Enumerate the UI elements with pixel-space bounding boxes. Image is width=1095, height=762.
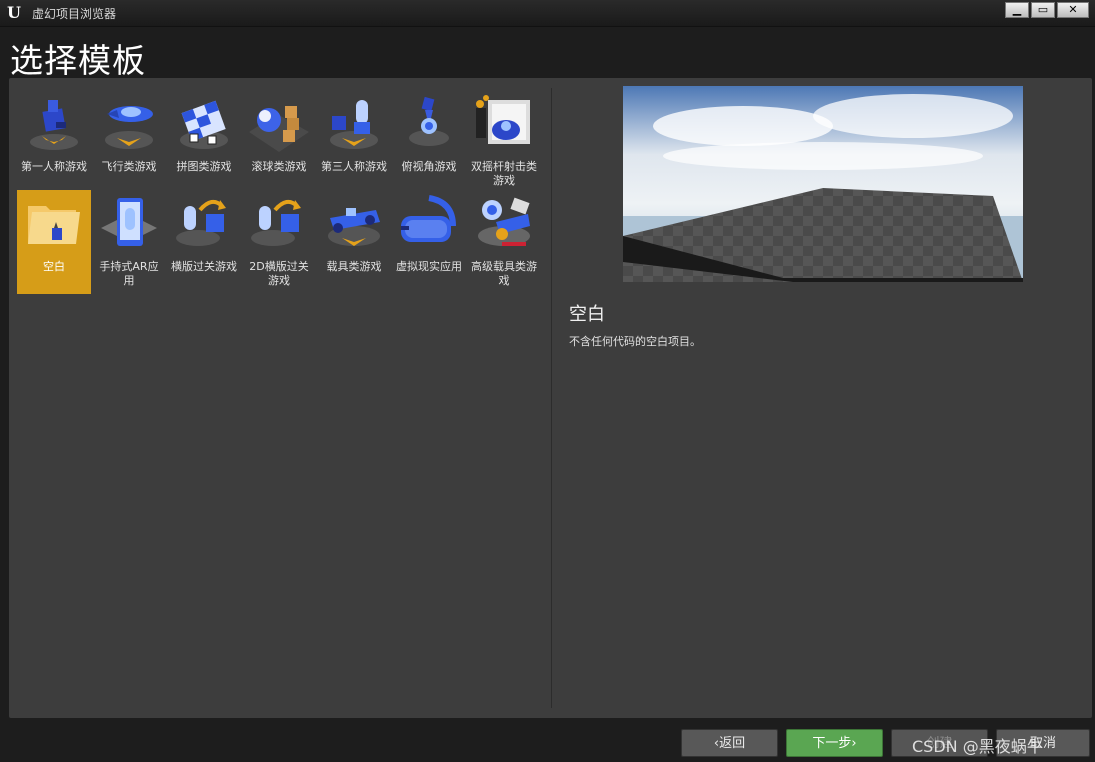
template-label: 高级载具类游戏: [471, 260, 537, 287]
template-label: 双摇杆射击类游戏: [471, 160, 537, 187]
template-label: 载具类游戏: [326, 260, 382, 273]
next-button[interactable]: 下一步›: [786, 729, 883, 757]
template-rolling[interactable]: 滚球类游戏: [242, 90, 316, 194]
puzzle-icon: [180, 100, 228, 149]
template-label: 第三人称游戏: [321, 160, 387, 173]
template-side-scroller[interactable]: 横版过关游戏: [167, 190, 241, 294]
template-label: 滚球类游戏: [251, 160, 307, 173]
template-preview-image: [623, 86, 1023, 282]
template-label: 手持式AR应用: [99, 260, 159, 287]
template-panel: 第一人称游戏 飞行类游戏 拼图类游戏 滚球类游戏 第三人称游戏 俯视角游戏 双摇…: [9, 78, 1092, 718]
page-title: 选择模板: [10, 41, 146, 80]
template-vr[interactable]: 虚拟现实应用: [392, 190, 466, 294]
blank-folder-icon: [28, 206, 80, 244]
template-label: 第一人称游戏: [21, 160, 87, 173]
window-controls: ▁ ▭ ✕: [1005, 2, 1089, 18]
template-twin-stick[interactable]: 双摇杆射击类游戏: [467, 90, 541, 194]
unreal-logo-icon: U: [7, 3, 21, 22]
template-vehicle[interactable]: 载具类游戏: [317, 190, 391, 294]
template-handheld-ar[interactable]: 手持式AR应用: [92, 190, 166, 294]
vehicle-icon: [328, 208, 380, 246]
create-button[interactable]: 创建: [891, 729, 988, 757]
template-blank[interactable]: 空白: [17, 190, 91, 294]
back-button[interactable]: ‹返回: [681, 729, 778, 757]
maximize-button[interactable]: ▭: [1031, 2, 1055, 18]
template-flying[interactable]: 飞行类游戏: [92, 90, 166, 194]
template-puzzle[interactable]: 拼图类游戏: [167, 90, 241, 194]
template-description: 不含任何代码的空白项目。: [569, 335, 701, 348]
close-button[interactable]: ✕: [1057, 2, 1089, 18]
template-first-person[interactable]: 第一人称游戏: [17, 90, 91, 194]
title-bar: U 虚幻项目浏览器 ▁ ▭ ✕: [0, 0, 1095, 27]
rolling-ball-icon: [249, 106, 309, 152]
template-label: 空白: [43, 260, 65, 273]
template-third-person[interactable]: 第三人称游戏: [317, 90, 391, 194]
template-top-down[interactable]: 俯视角游戏: [392, 90, 466, 194]
handheld-ar-icon: [101, 198, 157, 246]
template-title: 空白: [569, 304, 605, 325]
third-person-icon: [330, 100, 378, 149]
twin-stick-icon: [476, 95, 530, 144]
advanced-vehicle-icon: [478, 197, 530, 246]
template-label: 拼图类游戏: [176, 160, 232, 173]
template-label: 2D横版过关游戏: [249, 260, 309, 287]
template-advanced-vehicle[interactable]: 高级载具类游戏: [467, 190, 541, 294]
window-title: 虚幻项目浏览器: [32, 7, 117, 21]
minimize-button[interactable]: ▁: [1005, 2, 1029, 18]
template-label: 俯视角游戏: [401, 160, 457, 173]
cancel-button[interactable]: 取消: [996, 729, 1090, 757]
template-label: 横版过关游戏: [171, 260, 237, 273]
template-label: 飞行类游戏: [101, 160, 157, 173]
top-down-icon: [409, 96, 449, 146]
template-label: 虚拟现实应用: [396, 260, 462, 273]
flying-icon: [105, 106, 153, 149]
template-side-scroller-2d[interactable]: 2D横版过关游戏: [242, 190, 316, 294]
first-person-icon: [30, 100, 78, 150]
side-scroller-icon: [176, 199, 226, 246]
side-scroller-2d-icon: [251, 199, 301, 246]
vr-headset-icon: [401, 195, 456, 242]
panel-divider: [551, 88, 552, 708]
